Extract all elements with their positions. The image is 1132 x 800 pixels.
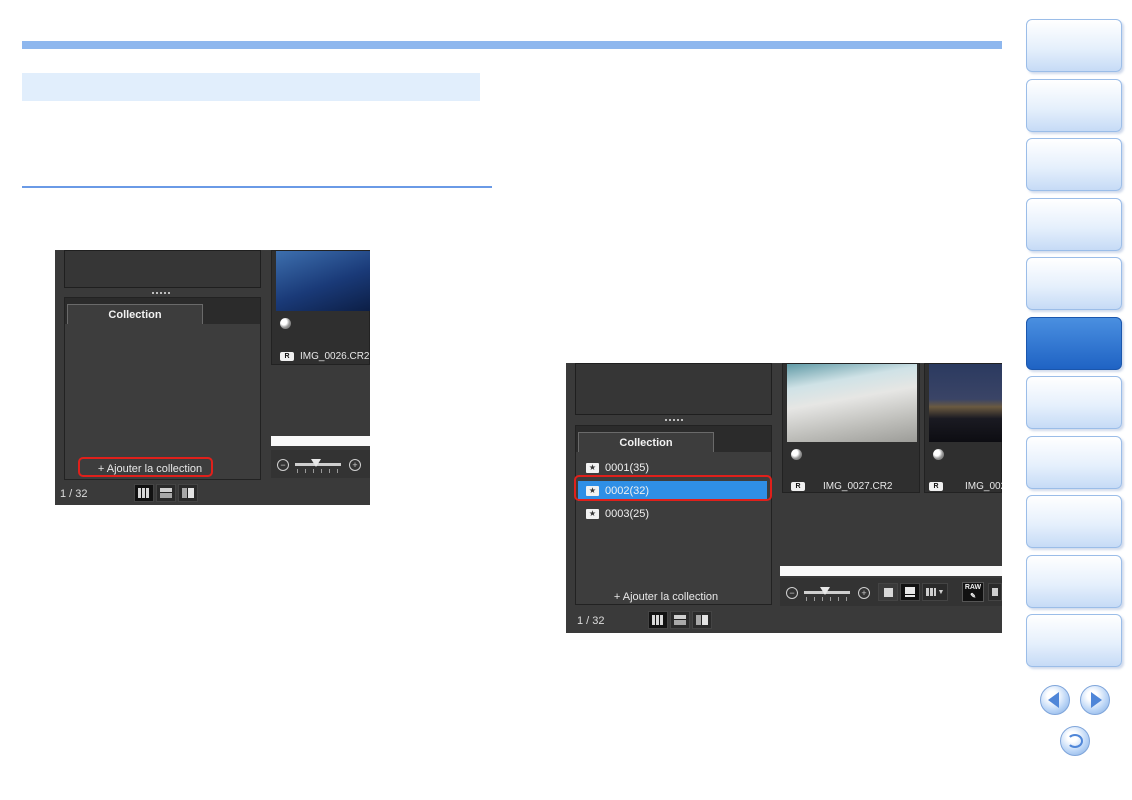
zoom-out-icon[interactable]: −: [786, 587, 798, 599]
collection-star-icon: ★: [586, 463, 599, 473]
arrow-right-icon: [1091, 692, 1102, 708]
rating-circle-icon: [280, 318, 291, 329]
slider-ticks: [806, 597, 850, 601]
raw-button-label: RAW: [964, 584, 982, 591]
tab-collection[interactable]: Collection: [578, 432, 714, 452]
grid-icon: [652, 615, 664, 625]
top-panel: [64, 250, 261, 288]
panel-resize-grip[interactable]: [665, 419, 683, 423]
subsection-divider: [22, 186, 492, 188]
nav-tab-3[interactable]: [1026, 138, 1122, 191]
thumbnail-filename: IMG_0026.CR2: [300, 351, 370, 362]
rating-circle-icon: [791, 449, 802, 460]
extra-view-button[interactable]: [988, 583, 1002, 601]
collection-panel: Collection + Ajouter la collection: [64, 297, 261, 480]
photo-thumbnail: [276, 251, 370, 311]
edit-icon: ✎: [970, 593, 976, 600]
return-button[interactable]: [1060, 726, 1090, 756]
add-collection-label: Ajouter la collection: [622, 591, 719, 603]
preview-icon: [696, 615, 708, 625]
layout-icon: [925, 588, 936, 596]
nav-tab-7[interactable]: [1026, 376, 1122, 429]
image-counter: 1 / 32: [577, 615, 605, 627]
nav-tab-11[interactable]: [1026, 614, 1122, 667]
image-counter: 1 / 32: [60, 488, 88, 500]
nav-tab-6-active[interactable]: [1026, 317, 1122, 370]
nav-tab-1[interactable]: [1026, 19, 1122, 72]
zoom-in-icon[interactable]: +: [858, 587, 870, 599]
screenshot-select-collection: Collection ★ 0001(35) ★ 0002(32) ★ 0003(…: [566, 363, 1002, 633]
filmstrip-view-button[interactable]: [900, 583, 920, 601]
view-mode-buttons: [648, 611, 712, 629]
return-icon: [1067, 734, 1083, 748]
top-panel: [575, 363, 772, 415]
thumbnail-view-button[interactable]: [670, 611, 690, 629]
nav-tab-10[interactable]: [1026, 555, 1122, 608]
zoom-slider-knob[interactable]: [820, 587, 830, 595]
zoom-out-icon[interactable]: −: [277, 459, 289, 471]
square-icon: [883, 587, 893, 597]
collection-star-icon: ★: [586, 509, 599, 519]
photo-thumbnail-night: [929, 364, 1002, 442]
thumbnail-filename: IMG_0028: [965, 481, 1002, 492]
raw-badge: R: [280, 352, 294, 361]
thumbnail-cell[interactable]: R IMG_0026.CR2: [271, 250, 370, 365]
panel-resize-grip[interactable]: [152, 292, 170, 296]
layout-dropdown-button[interactable]: ▼: [922, 583, 948, 601]
highlight-selected-collection: [574, 475, 772, 501]
thumbnail-cell[interactable]: R IMG_0027.CR2: [782, 363, 920, 493]
grid-view-button[interactable]: [134, 484, 154, 502]
top-divider: [22, 41, 1002, 49]
arrow-left-icon: [1048, 692, 1059, 708]
tab-collection[interactable]: Collection: [67, 304, 203, 324]
zoom-slider-knob[interactable]: [311, 459, 321, 467]
preview-view-button[interactable]: [178, 484, 198, 502]
nav-tab-4[interactable]: [1026, 198, 1122, 251]
section-header-band: [22, 73, 480, 101]
chevron-down-icon: ▼: [937, 588, 945, 596]
screenshot-add-collection: Collection + Ajouter la collection 1 / 3…: [55, 250, 370, 505]
photo-thumbnail-desert: [787, 364, 917, 442]
thumbnail-view-button[interactable]: [156, 484, 176, 502]
zoom-in-icon[interactable]: +: [349, 459, 361, 471]
grid-view-button[interactable]: [648, 611, 668, 629]
single-view-button[interactable]: [878, 583, 898, 601]
rating-circle-icon: [933, 449, 944, 460]
zoom-toolbar: − + ▼ RAW ✎: [780, 578, 1002, 606]
view-mode-buttons: [134, 484, 198, 502]
highlight-add-collection: [78, 457, 213, 477]
previous-page-button[interactable]: [1040, 685, 1070, 715]
plus-icon: +: [613, 591, 623, 603]
raw-badge: R: [929, 482, 943, 491]
nav-tab-2[interactable]: [1026, 79, 1122, 132]
thumbnail-icon: [160, 488, 172, 498]
thumbnail-filename: IMG_0027.CR2: [823, 481, 893, 492]
preview-view-button[interactable]: [692, 611, 712, 629]
slider-ticks: [297, 469, 341, 473]
status-strip: [271, 436, 370, 446]
nav-tab-8[interactable]: [1026, 436, 1122, 489]
zoom-toolbar: − +: [271, 450, 370, 478]
raw-badge: R: [791, 482, 805, 491]
grid-small-icon: [992, 588, 998, 596]
nav-tab-5[interactable]: [1026, 257, 1122, 310]
raw-edit-button[interactable]: RAW ✎: [962, 582, 984, 602]
grid-icon: [138, 488, 150, 498]
collection-label: 0003(25): [605, 508, 650, 520]
thumbnail-cell[interactable]: R IMG_0028: [924, 363, 1002, 493]
thumbnail-icon: [674, 615, 686, 625]
filmstrip-icon: [905, 587, 915, 597]
collection-item-0003[interactable]: ★ 0003(25): [586, 504, 766, 524]
add-collection-button[interactable]: + Ajouter la collection: [596, 588, 736, 606]
next-page-button[interactable]: [1080, 685, 1110, 715]
preview-icon: [182, 488, 194, 498]
status-strip: [780, 566, 1002, 576]
collection-panel: Collection ★ 0001(35) ★ 0002(32) ★ 0003(…: [575, 425, 772, 605]
nav-tab-9[interactable]: [1026, 495, 1122, 548]
